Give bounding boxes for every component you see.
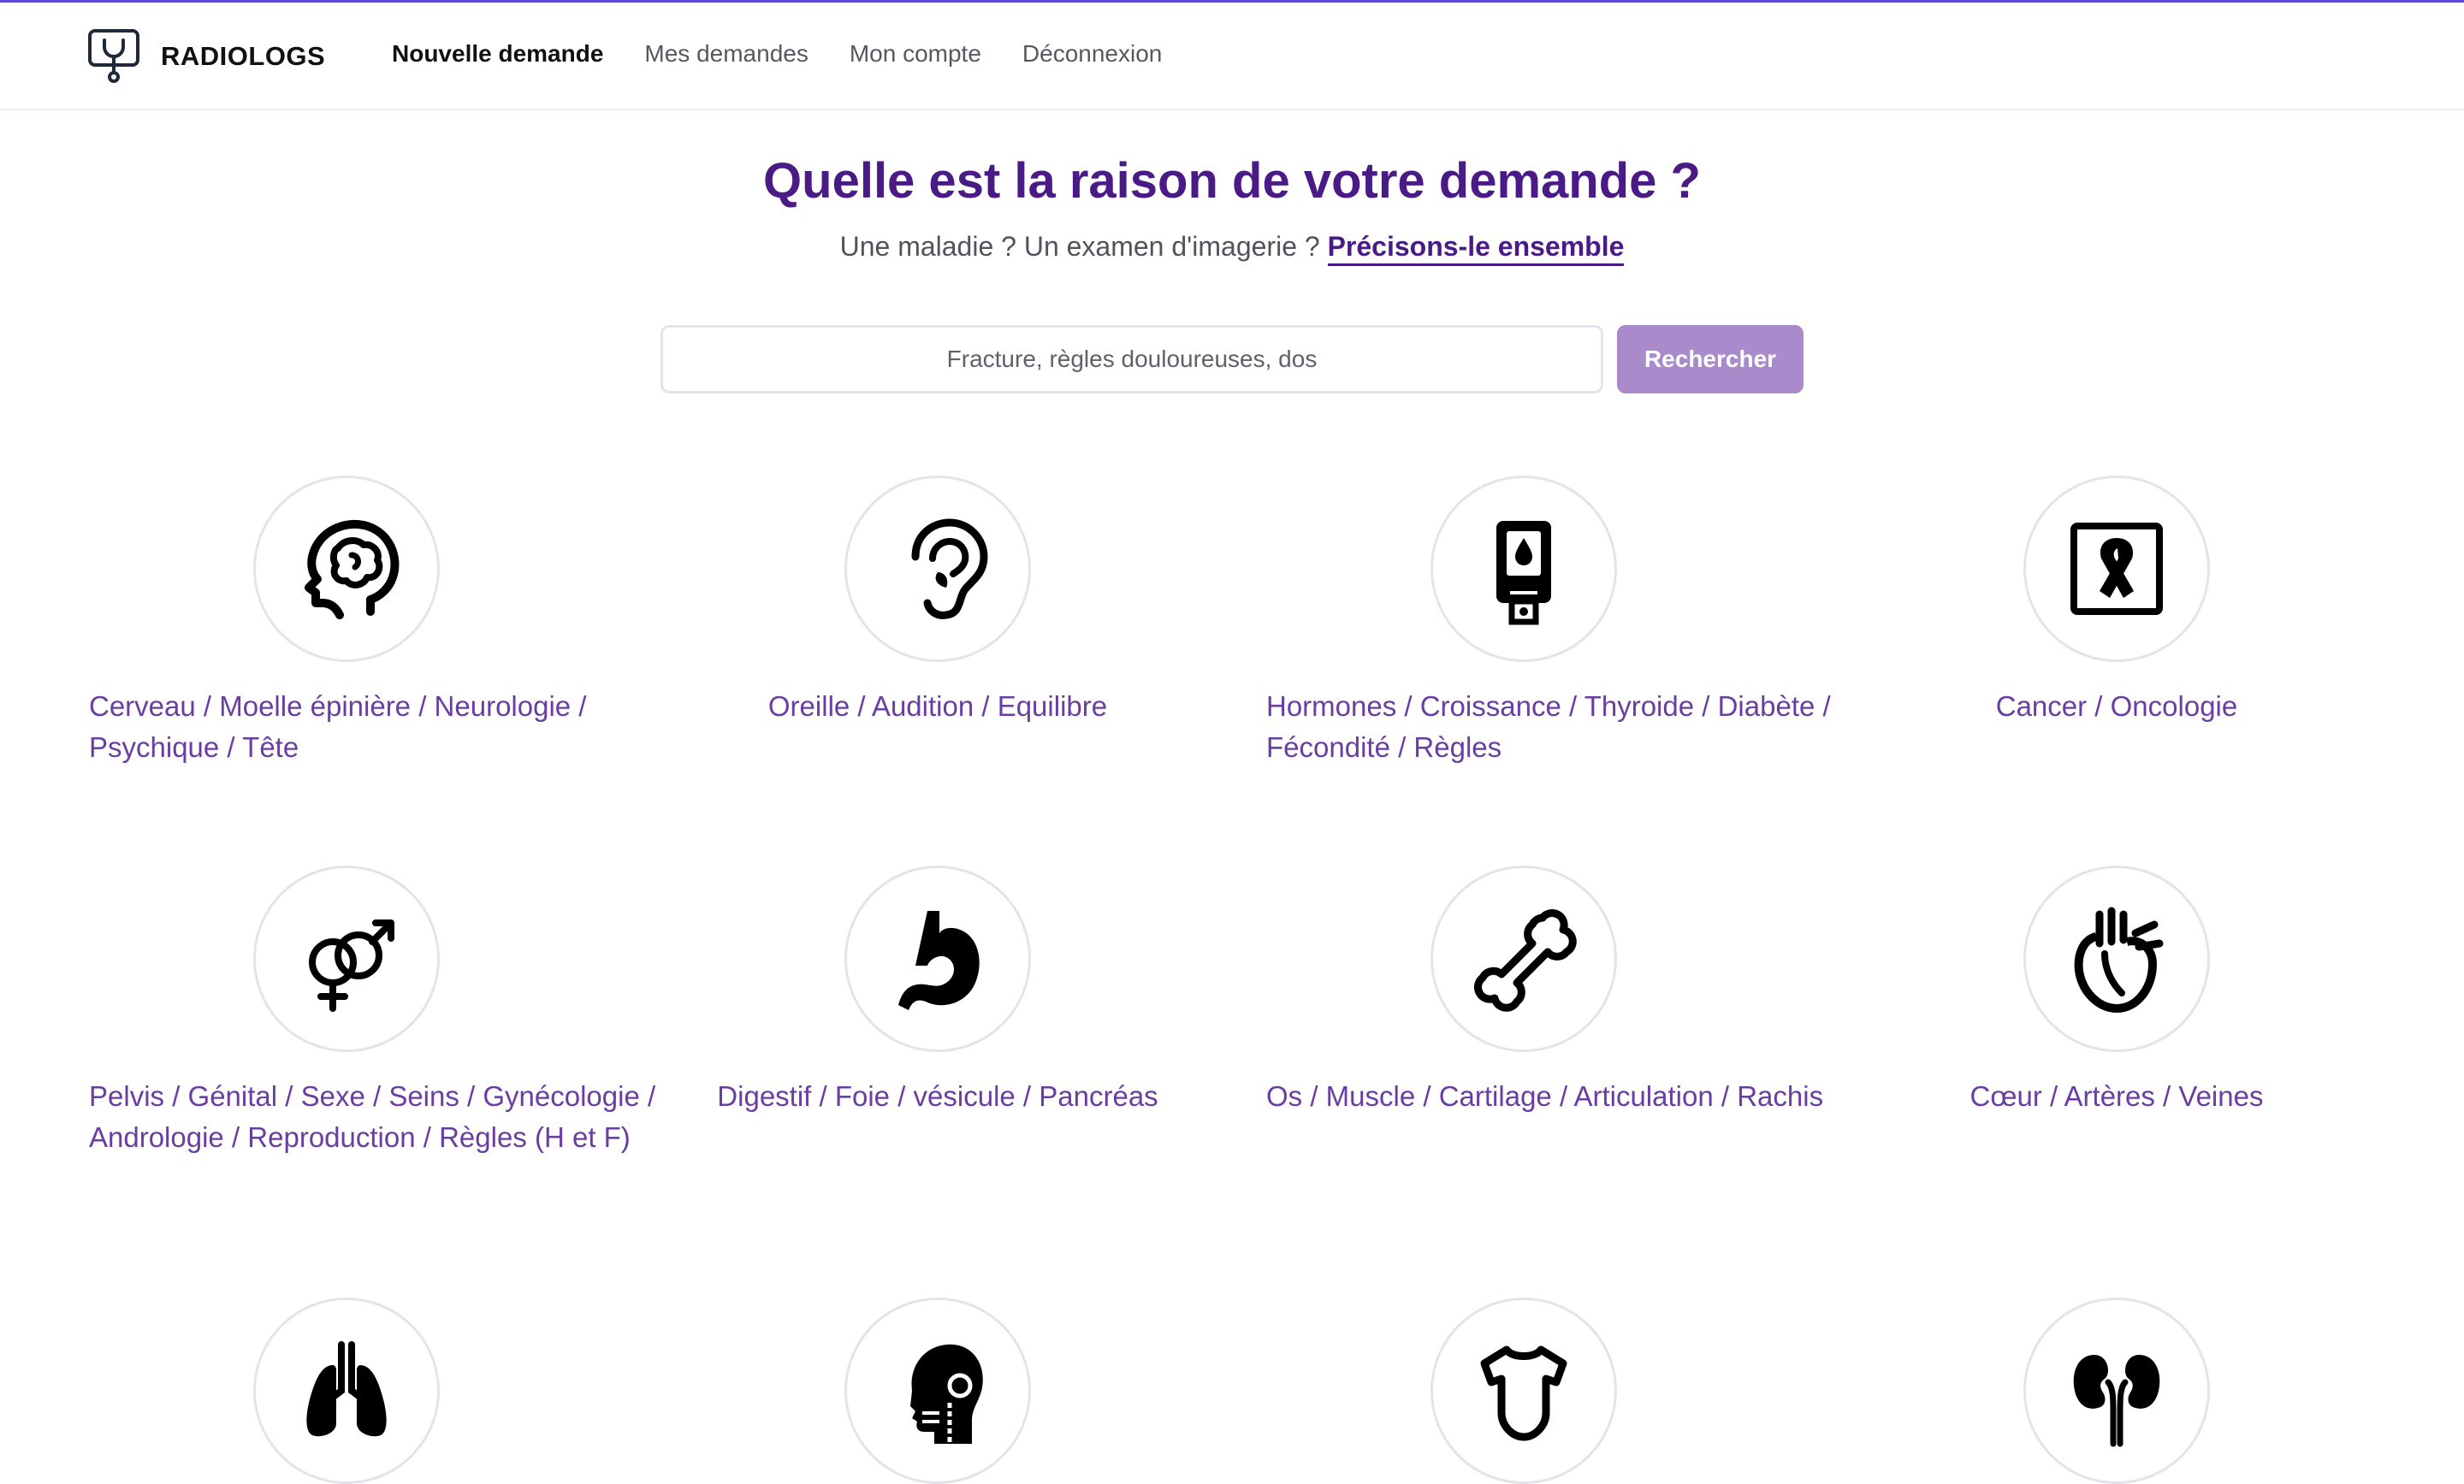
category-icon-circle — [1430, 1298, 1617, 1484]
page-subtitle: Une maladie ? Un examen d'imagerie ? Pré… — [0, 231, 2464, 266]
heart-icon — [2074, 907, 2164, 1013]
category-label: Pelvis / Génital / Sexe / Seins / Gynéco… — [89, 1080, 656, 1153]
brand-logo[interactable]: RADIOLOGS — [87, 28, 325, 85]
kidneys-icon — [2073, 1355, 2160, 1447]
category-grid: Cerveau / Moelle épinière / Neurologie /… — [0, 0, 2464, 1484]
category-icon-circle — [2023, 866, 2210, 1052]
main-nav: Nouvelle demande Mes demandes Mon compte… — [392, 40, 1162, 68]
category-icon-circle — [1430, 476, 1617, 662]
category-icon-circle — [844, 866, 1031, 1052]
category-label: Os / Muscle / Cartilage / Articulation /… — [1266, 1080, 1824, 1112]
nav-logout[interactable]: Déconnexion — [1022, 40, 1162, 68]
brand-name: RADIOLOGS — [161, 41, 326, 71]
lungs-icon — [306, 1341, 387, 1437]
category-icon-circle — [2023, 1298, 2210, 1484]
category-label: Cancer / Oncologie — [1995, 690, 2238, 722]
category-icon-circle — [1430, 866, 1617, 1052]
subtitle-text: Une maladie ? Un examen d'imagerie ? — [839, 231, 1320, 262]
category-label: Cerveau / Moelle épinière / Neurologie /… — [89, 690, 587, 763]
page-title: Quelle est la raison de votre demande ? — [763, 153, 1701, 209]
navbar: RADIOLOGS Nouvelle demande Mes demandes … — [0, 3, 2464, 110]
category-icon-circle — [2023, 476, 2210, 662]
subtitle-link[interactable]: Précisons-le ensemble — [1327, 231, 1625, 266]
search-input[interactable] — [660, 325, 1603, 393]
ear-icon — [911, 518, 988, 619]
stomach-icon — [898, 911, 980, 1010]
gender-symbols-icon — [309, 919, 394, 1012]
nav-my-account[interactable]: Mon compte — [850, 40, 981, 68]
category-icon-circle — [253, 1298, 440, 1484]
nav-new-request[interactable]: Nouvelle demande — [392, 40, 603, 68]
nav-my-requests[interactable]: Mes demandes — [644, 40, 808, 68]
stethoscope-screen-icon — [88, 29, 139, 83]
category-icon-circle — [844, 1298, 1031, 1484]
category-label: Hormones / Croissance / Thyroide / Diabè… — [1266, 690, 1831, 763]
bone-icon — [1474, 909, 1577, 1012]
category-icon-circle — [844, 476, 1031, 662]
category-label: Digestif / Foie / vésicule / Pancréas — [717, 1080, 1158, 1112]
glucometer-icon — [1496, 521, 1551, 625]
cancer-ribbon-icon — [2070, 523, 2163, 615]
category-icon-circle — [253, 476, 440, 662]
head-profile-icon — [910, 1344, 983, 1446]
baby-bodysuit-icon — [1480, 1345, 1567, 1441]
brain-head-icon — [305, 519, 400, 619]
category-icon-circle — [253, 866, 440, 1052]
search-button[interactable]: Rechercher — [1617, 325, 1804, 393]
category-label: Oreille / Audition / Equilibre — [767, 690, 1108, 722]
category-label: Cœur / Artères / Veines — [1969, 1080, 2264, 1112]
